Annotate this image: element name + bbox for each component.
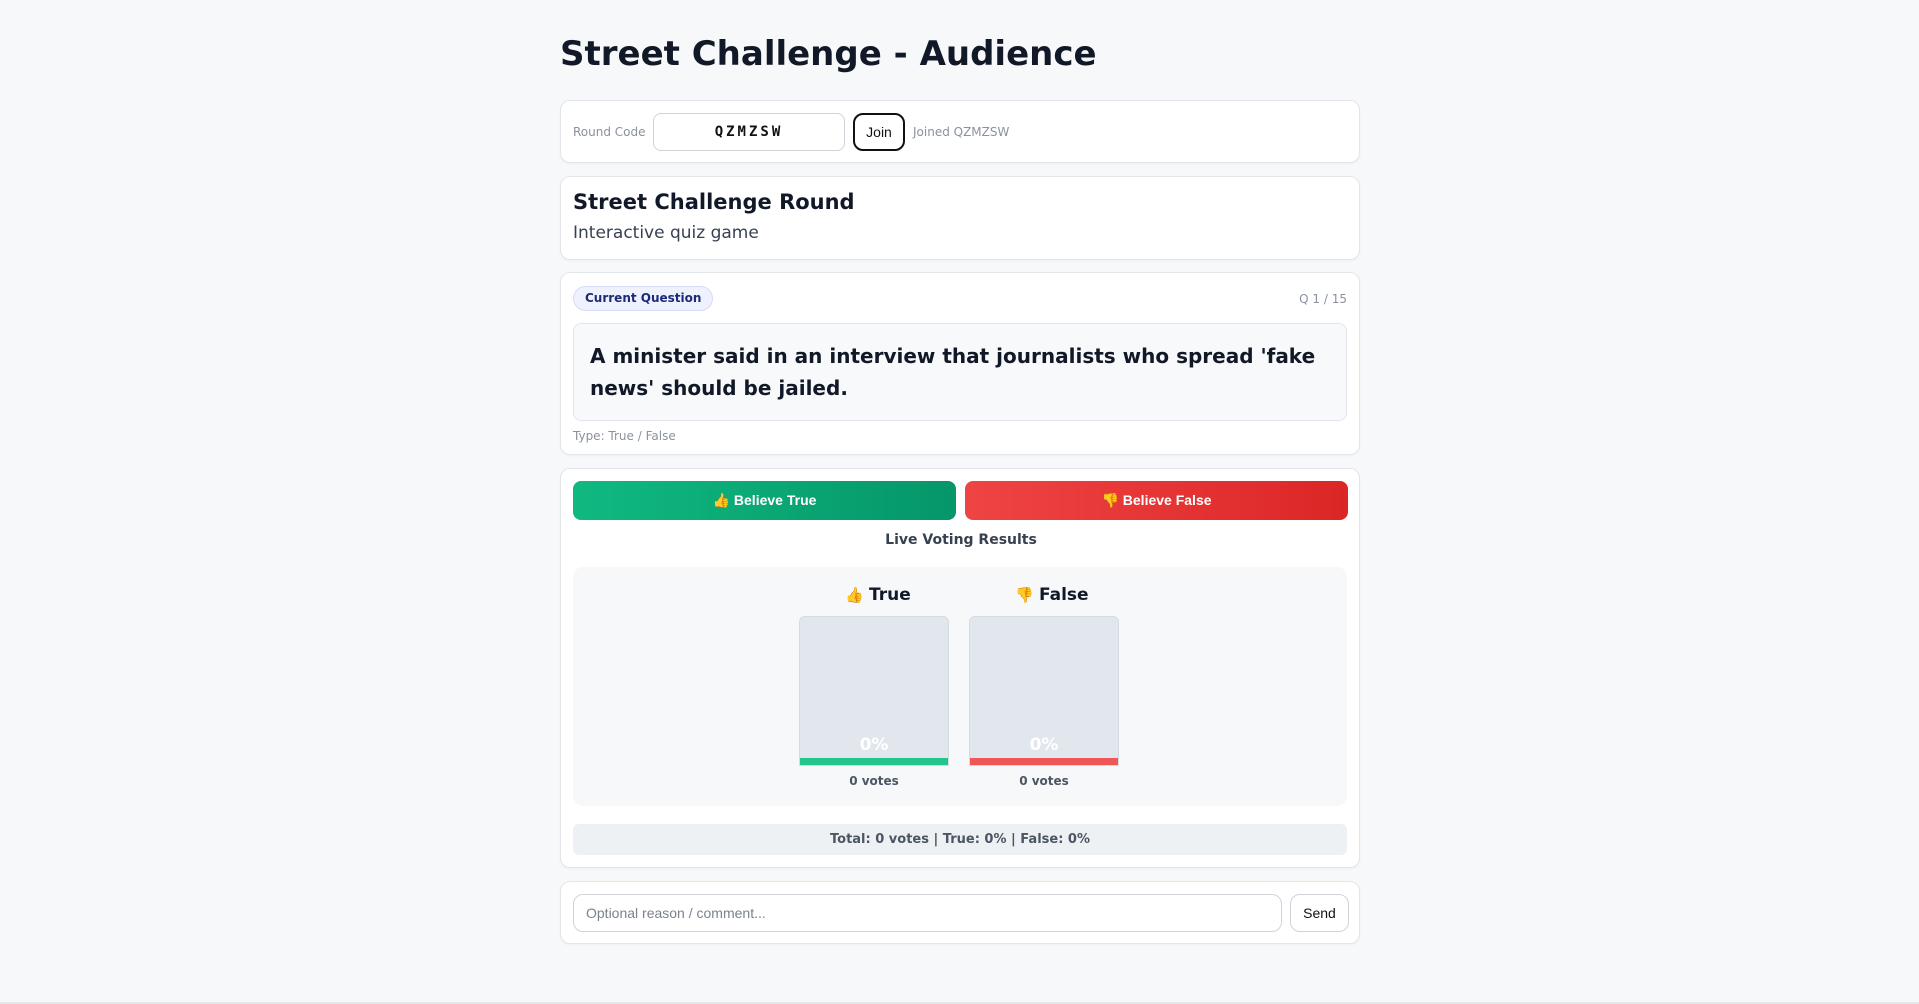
false-result-header: 👎 False	[1015, 585, 1089, 605]
join-card: Round Code Join Joined QZMZSW	[560, 100, 1360, 163]
thumbs-down-icon: 👎	[1015, 586, 1034, 604]
question-text: A minister said in an interview that jou…	[590, 344, 1316, 400]
false-bar-fill	[970, 758, 1118, 765]
true-bar-fill	[800, 758, 948, 765]
believe-true-button[interactable]: 👍 Believe True	[573, 481, 956, 520]
question-type: Type: True / False	[573, 429, 676, 443]
results-panel: 👍 True 0% 0 votes 👎 False 0% 0 votes	[573, 567, 1347, 806]
question-box: A minister said in an interview that jou…	[573, 323, 1347, 421]
comment-input[interactable]	[573, 894, 1282, 932]
true-result-bar: 0%	[799, 616, 949, 766]
question-card: Current Question Q 1 / 15 A minister sai…	[560, 272, 1360, 455]
comment-card: Send	[560, 881, 1360, 944]
send-button[interactable]: Send	[1290, 894, 1349, 932]
true-votes: 0 votes	[849, 774, 899, 788]
round-code-input[interactable]	[653, 113, 845, 151]
true-result-header: 👍 True	[845, 585, 911, 605]
false-result-bar: 0%	[969, 616, 1119, 766]
round-info-card: Street Challenge Round Interactive quiz …	[560, 176, 1360, 260]
current-question-badge: Current Question	[573, 286, 714, 311]
question-counter: Q 1 / 15	[1299, 292, 1347, 306]
results-title: Live Voting Results	[885, 532, 1037, 548]
voting-card: 👍 Believe True 👎 Believe False Live Voti…	[560, 468, 1360, 868]
joined-status: Joined QZMZSW	[913, 125, 1010, 139]
round-subtitle: Interactive quiz game	[573, 223, 759, 243]
page-title: Street Challenge - Audience	[560, 34, 1097, 74]
true-result-label: True	[869, 585, 911, 605]
believe-false-button[interactable]: 👎 Believe False	[965, 481, 1348, 520]
results-summary: Total: 0 votes | True: 0% | False: 0%	[573, 824, 1347, 855]
round-code-label: Round Code	[573, 125, 646, 139]
false-votes: 0 votes	[1019, 774, 1069, 788]
round-title: Street Challenge Round	[573, 190, 855, 214]
false-percent: 0%	[1029, 735, 1059, 755]
false-result-label: False	[1039, 585, 1089, 605]
true-percent: 0%	[859, 735, 889, 755]
join-button[interactable]: Join	[853, 113, 905, 151]
thumbs-up-icon: 👍	[845, 586, 864, 604]
